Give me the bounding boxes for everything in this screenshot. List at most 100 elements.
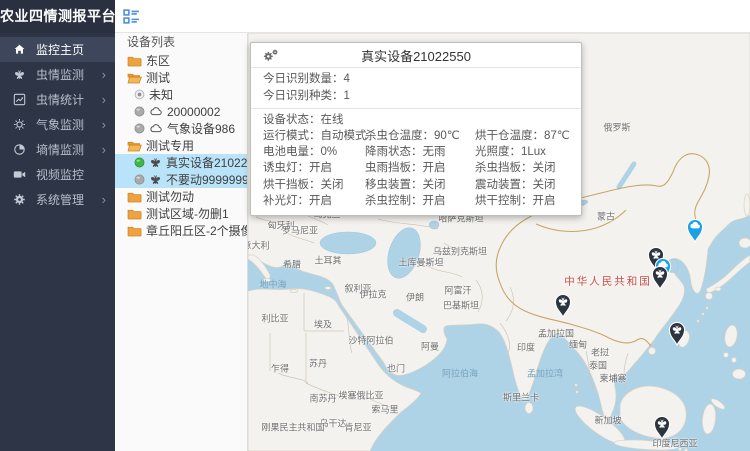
popup-field: 虫雨挡板：开启 <box>365 160 475 176</box>
tree-item-label: 真实设备21022550 <box>166 154 247 171</box>
tree-item[interactable]: 气象设备986 <box>115 120 247 137</box>
folder-icon <box>127 191 142 203</box>
tree-item[interactable]: 不要动99999999 <box>115 171 247 188</box>
bug-icon <box>149 156 162 169</box>
popup-field: 震动装置：关闭 <box>475 177 570 193</box>
video-icon <box>13 168 26 181</box>
folder-open-icon <box>127 72 142 84</box>
sidebar-item-label: 墒情监测 <box>36 141 102 158</box>
gray-dot-icon <box>134 123 145 134</box>
app-title: 农业四情测报平台 <box>0 0 115 33</box>
sidebar-item-soil-watch[interactable]: 墒情监测› <box>0 137 115 162</box>
tree-item-label: 测试 <box>146 69 170 86</box>
tree-item[interactable]: 测试专用 <box>115 137 247 154</box>
tree-item-label: 未知 <box>149 86 173 103</box>
popup-stat-line: 今日识别数量：4 <box>263 71 569 88</box>
popup-field: 补光灯：开启 <box>263 193 365 209</box>
sidebar-item-insect-watch[interactable]: 虫情监测› <box>0 62 115 87</box>
device-tree: 东区测试未知 20000002气象设备986测试专用真实设备21022550不要动… <box>115 52 247 239</box>
weather-icon <box>13 118 26 131</box>
popup-field: 杀虫控制：开启 <box>365 193 475 209</box>
gray-dot-icon <box>134 174 145 185</box>
sidebar-item-system-manage[interactable]: 系统管理› <box>0 187 115 212</box>
bug-icon <box>13 68 26 81</box>
popup-grid: 运行模式：自动模式杀虫仓温度：90℃烘干仓温度：87℃ 电池电量：0%降雨状态：无… <box>263 128 569 209</box>
popup-field: 降雨状态：无雨 <box>365 144 475 160</box>
chart-icon <box>13 93 26 106</box>
tree-item-label: 东区 <box>146 52 170 69</box>
folder-icon <box>127 208 142 220</box>
sidebar-item-label: 视频监控 <box>36 166 106 183</box>
tree-item[interactable]: 未知 <box>115 86 247 103</box>
popup-field: 运行模式：自动模式 <box>263 128 365 144</box>
tree-item[interactable]: 章丘阳丘区-2个摄像头 <box>115 222 247 239</box>
tree-item-label: 气象设备986 <box>167 120 235 137</box>
weather-station-pin[interactable] <box>684 216 706 243</box>
tree-item[interactable]: 东区 <box>115 52 247 69</box>
green-dot-icon <box>134 157 145 168</box>
chevron-right-icon: › <box>102 118 106 131</box>
chevron-right-icon: › <box>102 193 106 206</box>
folder-open-icon <box>127 140 142 152</box>
sidebar-item-label: 监控主页 <box>36 41 106 58</box>
insect-device-pin[interactable] <box>651 413 673 440</box>
popup-field: 杀虫仓温度：90℃ <box>365 128 475 144</box>
sidebar-item-label: 气象监测 <box>36 116 102 133</box>
tree-item-label: 不要动99999999 <box>166 171 247 188</box>
gears-icon[interactable] <box>261 48 279 63</box>
chevron-right-icon: › <box>102 68 106 81</box>
tree-item-label: 测试专用 <box>146 137 194 154</box>
tree-item[interactable]: 测试勿动 <box>115 188 247 205</box>
insect-device-pin[interactable] <box>649 263 671 290</box>
topbar <box>115 0 750 33</box>
sidebar-item-home[interactable]: 监控主页 <box>0 37 115 62</box>
tree-item[interactable]: 20000002 <box>115 103 247 120</box>
tree-item-label: 章丘阳丘区-2个摄像头 <box>146 222 247 239</box>
device-list-header: 设备列表 <box>115 33 247 52</box>
folder-icon <box>127 225 142 237</box>
sidebar: 农业四情测报平台 监控主页虫情监测›虫情统计›气象监测›墒情监测›视频监控系统管… <box>0 0 115 451</box>
sidebar-item-label: 系统管理 <box>36 191 102 208</box>
chevron-right-icon: › <box>102 143 106 156</box>
tree-item-label: 20000002 <box>167 105 220 119</box>
device-list-panel: 设备列表 东区测试未知 20000002气象设备986测试专用真实设备210225… <box>115 33 248 451</box>
popup-field: 烘干控制：开启 <box>475 193 570 209</box>
popup-stat-line: 今日识别种类：1 <box>263 88 569 105</box>
home-icon <box>13 43 26 56</box>
popup-field: 电池电量：0% <box>263 144 365 160</box>
sidebar-item-insect-stats[interactable]: 虫情统计› <box>0 87 115 112</box>
gear-icon <box>13 193 26 206</box>
tree-item-label: 测试勿动 <box>146 188 194 205</box>
device-info-popup: 真实设备21022550 今日识别数量：4今日识别种类：1 设备状态：在线 运行… <box>250 42 582 216</box>
popup-field: 烘干仓温度：87℃ <box>475 128 570 144</box>
soil-icon <box>13 143 26 156</box>
cloud-icon <box>149 106 163 117</box>
device-status-line: 设备状态：在线 <box>263 112 569 128</box>
folder-icon <box>127 55 142 67</box>
tree-item-label: 测试区域-勿删1 <box>146 205 229 222</box>
popup-device-title: 真实设备21022550 <box>251 46 581 65</box>
popup-header: 真实设备21022550 <box>251 43 581 68</box>
sidebar-item-label: 虫情监测 <box>36 66 102 83</box>
chevron-right-icon: › <box>102 93 106 106</box>
popup-field: 杀虫挡板：关闭 <box>475 160 570 176</box>
tree-item[interactable]: 测试 <box>115 69 247 86</box>
cloud-icon <box>149 123 163 134</box>
tree-list-icon[interactable] <box>123 8 140 25</box>
sidebar-menu: 监控主页虫情监测›虫情统计›气象监测›墒情监测›视频监控系统管理› <box>0 33 115 212</box>
bug-icon <box>149 173 162 186</box>
tree-item[interactable]: 真实设备21022550 <box>115 154 247 171</box>
popup-field: 光照度：1Lux <box>475 144 570 160</box>
gray-dot-icon <box>134 106 145 117</box>
insect-device-pin[interactable] <box>552 291 574 318</box>
popup-field: 移虫装置：关闭 <box>365 177 475 193</box>
tree-item[interactable]: 测试区域-勿删1 <box>115 205 247 222</box>
popup-stats: 今日识别数量：4今日识别种类：1 <box>251 68 581 109</box>
insect-device-pin[interactable] <box>666 319 688 346</box>
sidebar-item-label: 虫情统计 <box>36 91 102 108</box>
sidebar-item-weather-watch[interactable]: 气象监测› <box>0 112 115 137</box>
popup-field: 烘干挡板：关闭 <box>263 177 365 193</box>
popup-body: 设备状态：在线 运行模式：自动模式杀虫仓温度：90℃烘干仓温度：87℃ 电池电量：… <box>251 109 581 215</box>
sidebar-item-video-watch[interactable]: 视频监控 <box>0 162 115 187</box>
popup-field: 诱虫灯：开启 <box>263 160 365 176</box>
